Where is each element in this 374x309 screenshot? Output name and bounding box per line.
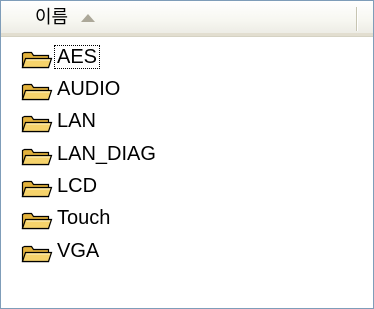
list-item-label: AUDIO: [57, 78, 121, 100]
folder-icon: [21, 83, 53, 101]
list-item-label: VGA: [57, 240, 100, 262]
folder-icon: [21, 115, 53, 133]
list-item-label: Touch: [57, 207, 111, 229]
list-item-label: LCD: [57, 175, 98, 197]
column-header-name[interactable]: 이름: [1, 1, 356, 34]
folder-icon: [21, 245, 53, 263]
folder-icon: [21, 51, 53, 69]
column-divider-highlight: [357, 7, 358, 31]
folder-icon: [21, 212, 53, 230]
column-header-name-label: 이름: [35, 7, 69, 28]
folder-icon: [21, 180, 53, 198]
column-header-bar: 이름: [1, 1, 373, 37]
header-bottom-edge: [1, 33, 373, 36]
folder-icon: [21, 148, 53, 166]
file-list-view[interactable]: 이름 AES AUDIO LAN LAN_DIAG LCD Touch VGA: [0, 0, 374, 309]
list-item-label: LAN: [57, 110, 96, 132]
list-item-label: AES: [53, 45, 101, 69]
list-item-label: LAN_DIAG: [57, 143, 156, 165]
sort-ascending-icon: [81, 14, 95, 22]
